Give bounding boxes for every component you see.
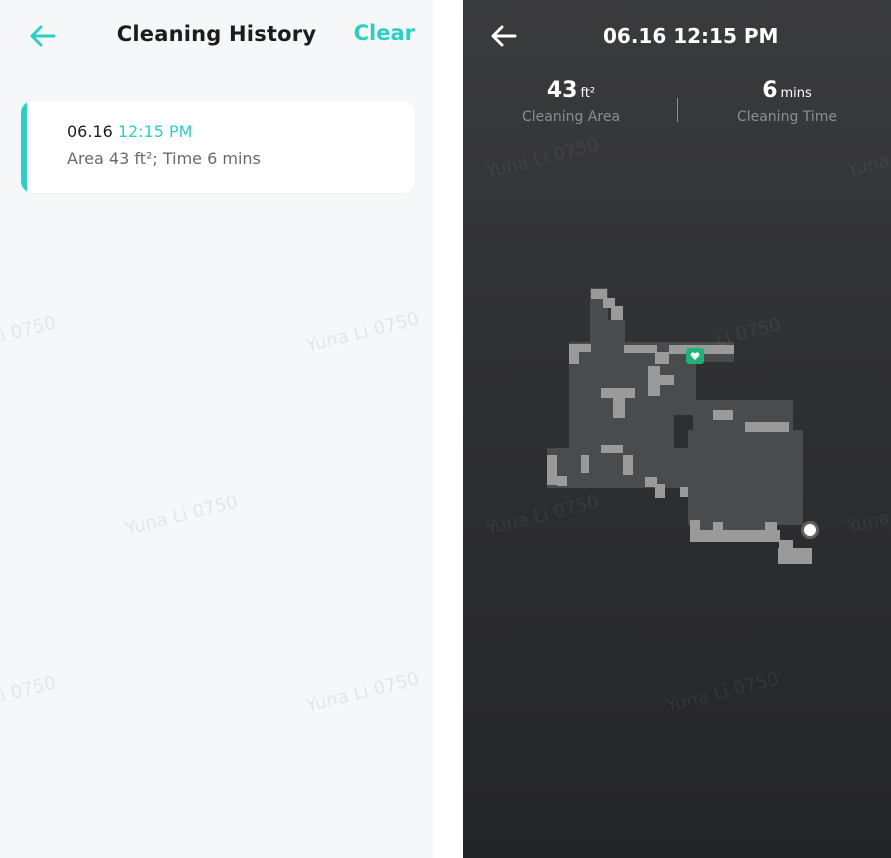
panel-gap — [433, 0, 463, 858]
record-summary: Area 43 ft²; Time 6 mins — [67, 149, 261, 168]
watermark: Yuna Li 0750 — [123, 491, 240, 540]
area-label: Cleaning Area — [521, 109, 621, 125]
watermark: Yuna Li 0750 — [304, 308, 421, 357]
screen: Yuna Li 0750 Li 0750 Yuna Li 0750 Yuna L… — [0, 0, 891, 858]
watermark: Li 0750 — [0, 672, 59, 709]
watermark: Yuna Li 0750 — [304, 668, 421, 717]
time-unit: mins — [780, 86, 812, 101]
record-date: 06.16 — [67, 122, 113, 141]
card-accent-bar — [21, 101, 27, 193]
cleaning-time-stat: 6 mins Cleaning Time — [707, 78, 867, 125]
history-record-card[interactable]: 06.16 12:15 PM Area 43 ft²; Time 6 mins — [21, 101, 415, 193]
time-label: Cleaning Time — [736, 109, 838, 125]
charging-dock-icon — [686, 348, 704, 364]
robot-position-icon — [801, 521, 819, 539]
cleaning-history-screen: Yuna Li 0750 Li 0750 Yuna Li 0750 Yuna L… — [0, 0, 433, 858]
map-floor — [547, 288, 803, 540]
cleaning-detail-screen: Yuna Li 0750 Yuna Li 0750 Yuna Li 0750 Y… — [463, 0, 891, 858]
cleaning-map — [547, 288, 819, 564]
back-arrow-icon[interactable] — [489, 22, 519, 50]
record-datetime: 06.16 12:15 PM — [67, 122, 192, 141]
stat-divider — [677, 98, 678, 122]
area-unit: ft² — [580, 86, 596, 101]
time-value: 6 — [762, 78, 778, 103]
clear-button[interactable]: Clear — [354, 21, 415, 45]
area-value: 43 — [546, 78, 578, 103]
watermark: Li 0750 — [0, 312, 59, 349]
history-header: Cleaning History Clear — [0, 0, 433, 72]
cleaning-area-stat: 43 ft² Cleaning Area — [491, 78, 651, 125]
detail-title: 06.16 12:15 PM — [603, 24, 779, 48]
record-time: 12:15 PM — [117, 122, 193, 141]
